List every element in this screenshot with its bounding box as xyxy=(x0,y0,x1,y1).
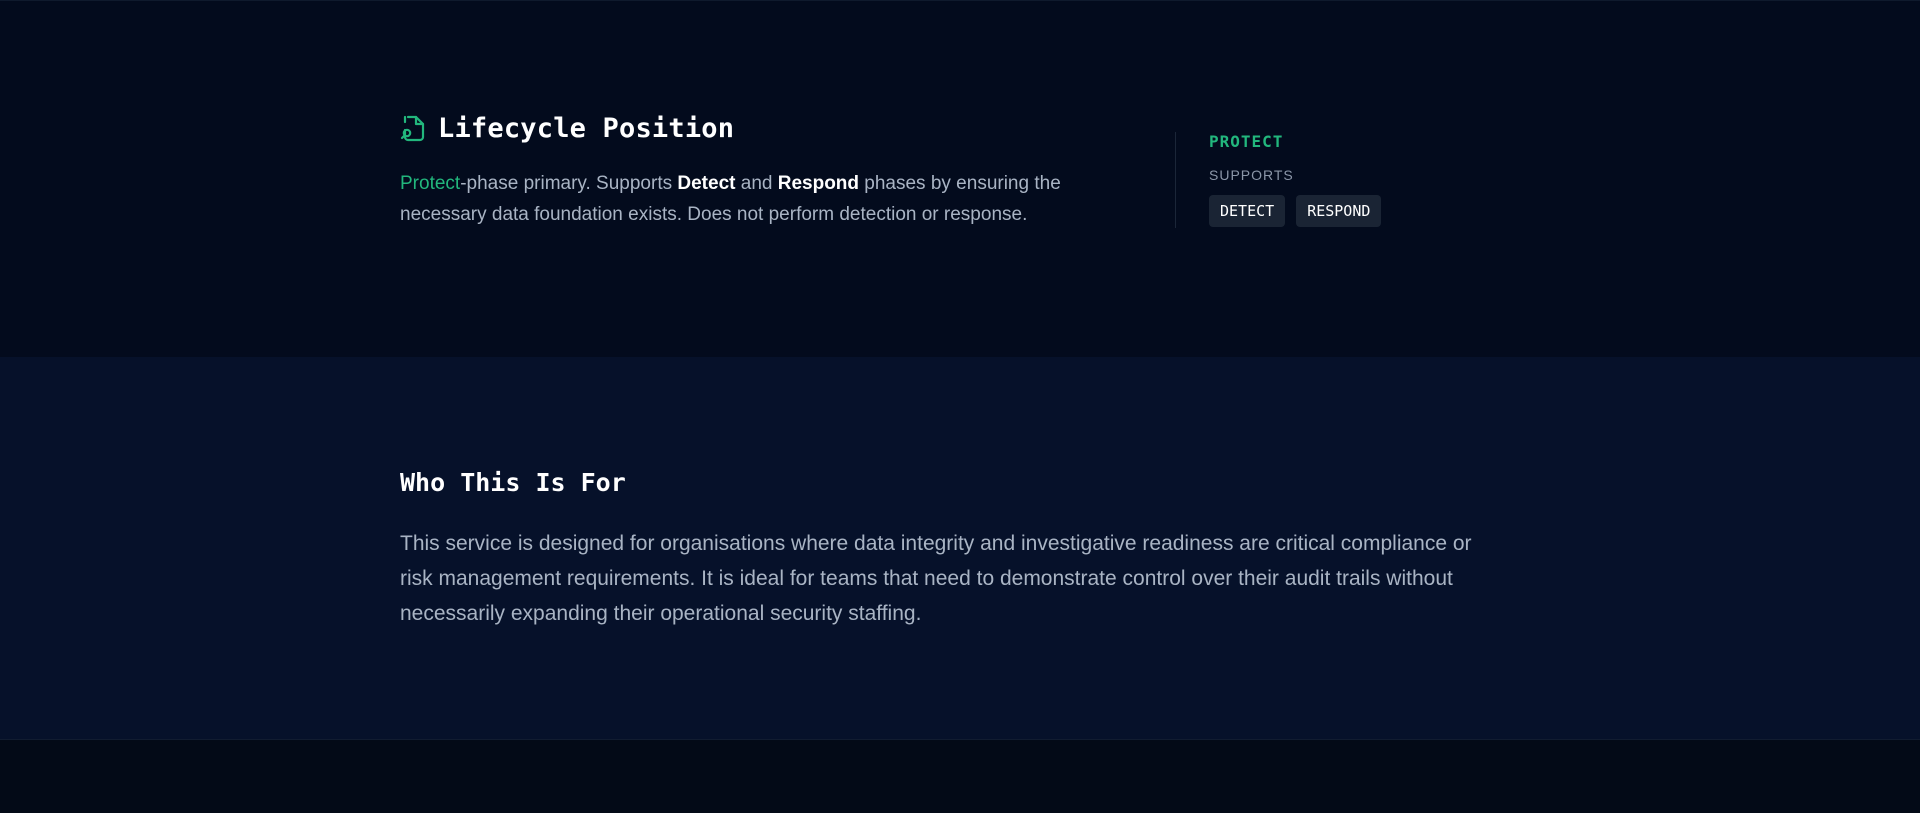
respond-highlight: Respond xyxy=(777,173,860,194)
supports-label: SUPPORTS xyxy=(1209,167,1294,183)
vertical-divider xyxy=(1175,132,1176,228)
lifecycle-desc-part2: and xyxy=(735,173,778,194)
lifecycle-description: Protect-phase primary. Supports Detect a… xyxy=(400,168,1120,230)
lifecycle-title-row: Lifecycle Position xyxy=(400,110,734,146)
tag-respond: RESPOND xyxy=(1296,195,1382,227)
file-search-icon xyxy=(400,115,425,142)
lifecycle-title: Lifecycle Position xyxy=(438,112,735,144)
detect-highlight: Detect xyxy=(677,173,736,194)
footer-section xyxy=(0,740,1920,813)
who-title: Who This Is For xyxy=(400,468,626,497)
who-description: This service is designed for organisatio… xyxy=(400,532,1472,625)
protect-highlight: Protect xyxy=(400,173,461,194)
lifecycle-desc-part1: -phase primary. Supports xyxy=(460,173,678,194)
tag-detect: DETECT xyxy=(1209,195,1286,227)
supported-phase-tags: DETECT RESPOND xyxy=(1209,195,1382,227)
primary-phase-label: PROTECT xyxy=(1209,132,1284,151)
